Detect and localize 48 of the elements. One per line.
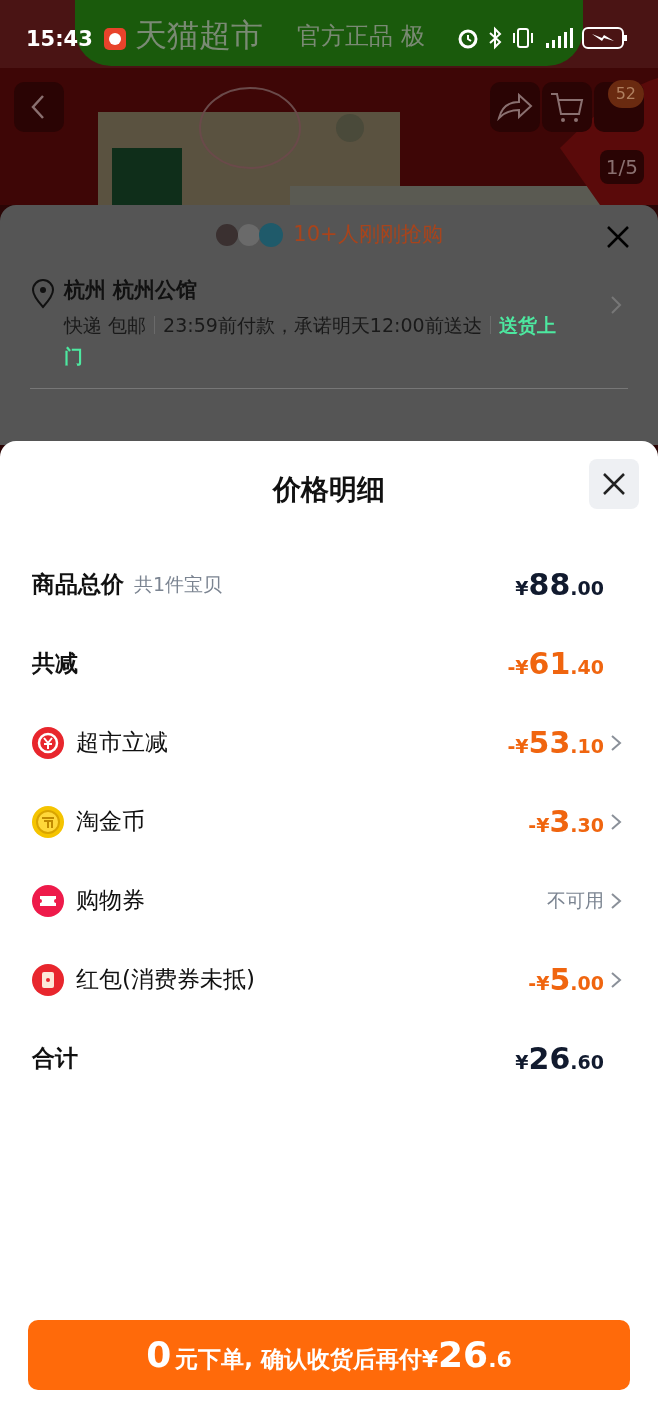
close-button[interactable]: [589, 459, 639, 509]
share-icon: [497, 92, 533, 122]
buyer-avatars: [215, 220, 286, 249]
chevron-icon[interactable]: [610, 970, 622, 989]
status-time: 15:43: [26, 26, 93, 53]
price-amount[interactable]: -¥3.30: [528, 799, 604, 844]
price-label: 商品总价: [32, 570, 124, 600]
chevron-icon[interactable]: [610, 812, 622, 831]
price-amount[interactable]: -¥5.00: [528, 957, 604, 1002]
bluetooth-icon: [488, 26, 502, 50]
cart-icon: [549, 90, 585, 124]
price-amount: ¥26.60: [515, 1040, 604, 1078]
envelope-icon: [32, 963, 64, 996]
status-text[interactable]: 不可用: [547, 886, 604, 915]
vibrate-icon: [510, 26, 536, 50]
banner-brand: 天猫超市: [135, 15, 263, 56]
buyers-notice: 10+人刚刚抢购: [293, 221, 443, 248]
price-label: 合计: [32, 1044, 78, 1074]
delivery-info: 快递 包邮 23:59前付款，承诺明天12:00前送达 送货上门: [64, 313, 557, 369]
coin-icon: [32, 805, 64, 838]
sheet-title: 价格明细: [273, 473, 385, 506]
delivery-address: 杭州 杭州公馆: [64, 276, 199, 304]
price-label: 淘金币: [76, 807, 145, 837]
chevron-icon[interactable]: [610, 733, 622, 752]
location-icon: [30, 278, 56, 309]
image-counter: 1/5: [599, 150, 644, 184]
pay-button[interactable]: 0 元下单, 确认收货后再付¥26.6: [28, 1320, 630, 1390]
close-icon: [602, 472, 626, 497]
share-button[interactable]: [490, 82, 540, 132]
yen-icon: [32, 726, 64, 759]
item-count: 共1件宝贝: [134, 572, 223, 598]
app-icon: [104, 28, 126, 50]
price-amount[interactable]: -¥53.10: [507, 720, 604, 765]
signal-icon: [544, 27, 574, 49]
price-amount: ¥88.00: [515, 566, 604, 604]
price-label: 红包(消费券未抵): [76, 965, 255, 995]
battery-icon: [582, 26, 628, 50]
chevron-icon[interactable]: [610, 891, 622, 910]
price-label: 共减: [32, 649, 78, 679]
chevron-icon: [610, 295, 622, 315]
ticket-icon: [32, 884, 64, 917]
close-icon[interactable]: [606, 225, 630, 249]
price-amount: -¥61.40: [507, 645, 604, 683]
back-button[interactable]: [14, 82, 64, 132]
price-label: 超市立减: [76, 728, 168, 758]
price-label: 购物券: [76, 886, 145, 916]
cart-button[interactable]: [542, 82, 592, 132]
banner-slogan: 官方正品 极: [297, 21, 425, 52]
